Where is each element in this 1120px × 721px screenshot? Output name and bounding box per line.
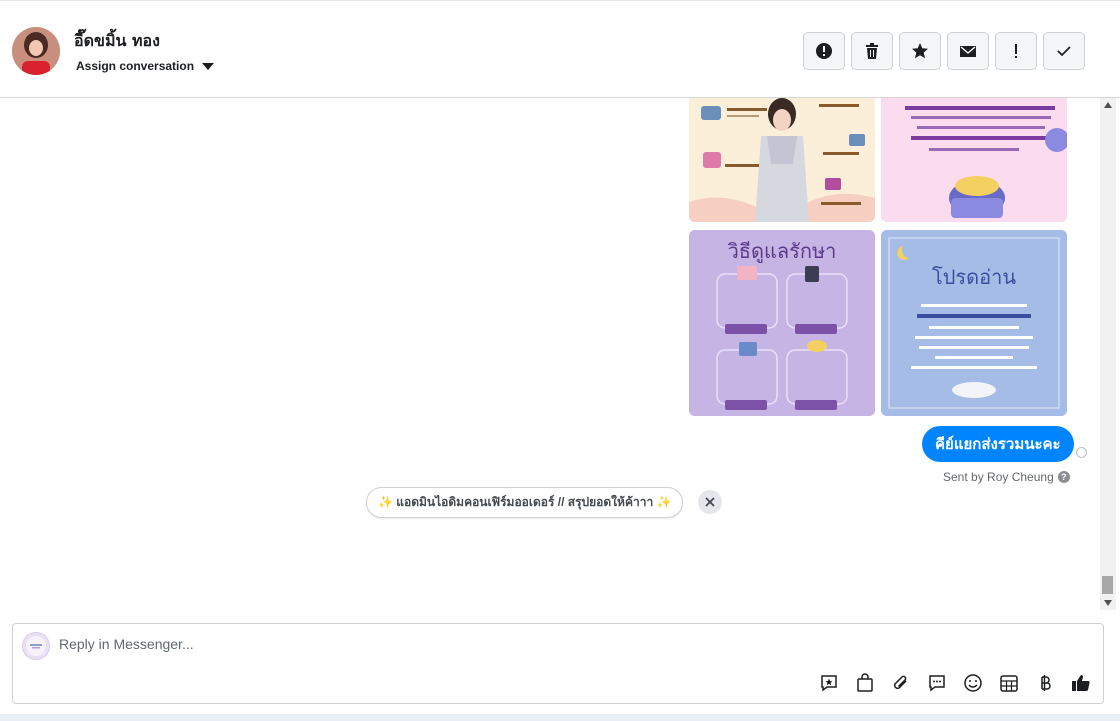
follow-up-button[interactable] (995, 32, 1037, 70)
envelope-icon (960, 46, 976, 57)
saved-replies-button[interactable] (818, 672, 840, 694)
sent-by-label: Sent by Roy Cheung ? (943, 470, 1070, 484)
shop-button[interactable] (854, 672, 876, 694)
message-list-scrollbar[interactable] (1100, 98, 1116, 610)
smiley-icon (964, 674, 982, 692)
mark-done-button[interactable] (1043, 32, 1085, 70)
exclamation-icon (1015, 44, 1017, 58)
saved-reply-icon (821, 675, 837, 692)
image-attachment-2[interactable] (881, 98, 1067, 222)
composer-toolbar (818, 672, 1092, 694)
mark-unread-button[interactable] (947, 32, 989, 70)
image-attachment-1[interactable] (689, 98, 875, 222)
trash-icon (866, 43, 878, 59)
header-toolbar (803, 32, 1085, 70)
chat-bubble-icon (929, 675, 945, 692)
attach-file-button[interactable] (890, 672, 912, 694)
star-button[interactable] (899, 32, 941, 70)
shopping-bag-icon (857, 673, 873, 692)
reply-input[interactable] (59, 636, 819, 652)
calendar-grid-icon (1000, 675, 1018, 692)
reply-composer (12, 623, 1104, 704)
checkmark-icon (1057, 46, 1071, 57)
payment-button[interactable] (1034, 672, 1056, 694)
care-guide-title: วิธีดูแลรักษา (728, 239, 837, 264)
paperclip-icon (893, 675, 907, 690)
appointment-button[interactable] (998, 672, 1020, 694)
message-status-icon (1076, 447, 1087, 458)
outgoing-message-bubble[interactable]: คีย์แยกส่งรวมนะคะ (922, 426, 1074, 462)
scrollbar-thumb[interactable] (1102, 576, 1113, 594)
assign-label: Assign conversation (76, 59, 195, 73)
alert-circle-icon (816, 43, 832, 59)
inbox-conversation-view: อี๊ดขมิ้น ทอง Assign conversation วิธีดู… (0, 0, 1120, 721)
conversation-header: อี๊ดขมิ้น ทอง Assign conversation (0, 0, 1120, 98)
scroll-down-arrow-icon[interactable] (1104, 600, 1112, 606)
page-avatar (22, 632, 50, 660)
delete-button[interactable] (851, 32, 893, 70)
close-icon (705, 497, 715, 507)
contact-name[interactable]: อี๊ดขมิ้น ทอง (74, 29, 160, 54)
send-like-button[interactable] (1070, 672, 1092, 694)
image-attachment-4[interactable]: โปรดอ่าน (881, 230, 1067, 416)
please-read-title: โปรดอ่าน (932, 265, 1016, 289)
scroll-up-arrow-icon[interactable] (1104, 102, 1112, 108)
mark-spam-button[interactable] (803, 32, 845, 70)
emoji-button[interactable] (962, 672, 984, 694)
message-list[interactable]: วิธีดูแลรักษา โปรดอ่าน คีย์แยกส่งรวมนะคะ… (0, 98, 1100, 610)
assign-conversation-dropdown[interactable]: Assign conversation (76, 59, 215, 73)
baht-icon (1041, 675, 1051, 691)
contact-avatar[interactable] (12, 27, 60, 75)
quick-reply-button[interactable] (926, 672, 948, 694)
image-attachment-3[interactable]: วิธีดูแลรักษา (689, 230, 875, 416)
thumbs-up-icon (1072, 675, 1090, 691)
help-icon[interactable]: ? (1057, 471, 1070, 483)
suggested-reply-chip[interactable]: ✨ แอดมินไอดิมคอนเฟิร์มออเดอร์ // สรุปยอด… (366, 487, 684, 518)
caret-down-icon (202, 62, 215, 70)
sent-by-text: Sent by Roy Cheung (943, 470, 1054, 484)
bottom-edge (0, 714, 1120, 721)
star-icon (912, 43, 928, 59)
dismiss-suggestion-button[interactable] (698, 490, 722, 514)
